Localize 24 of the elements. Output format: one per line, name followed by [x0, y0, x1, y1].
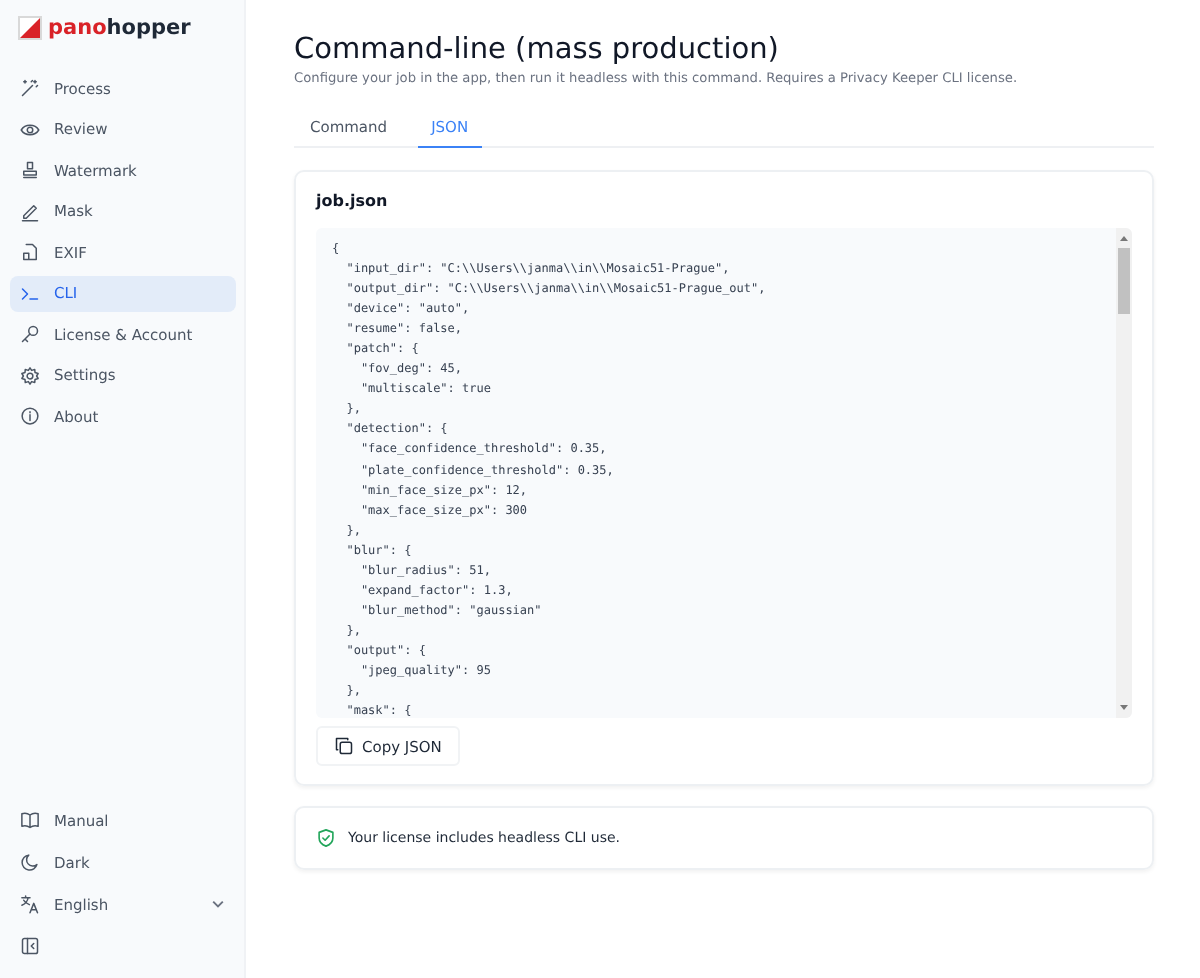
pen-icon	[20, 201, 40, 222]
info-icon	[20, 406, 40, 427]
wand-icon	[20, 78, 40, 99]
terminal-icon	[20, 283, 40, 304]
stamp-icon	[20, 160, 40, 181]
scroll-up-icon	[1118, 234, 1130, 242]
moon-icon	[20, 852, 40, 873]
brand-name: panohopper	[48, 16, 191, 40]
eye-icon	[20, 119, 40, 140]
translate-icon	[20, 894, 40, 915]
settings-icon	[20, 365, 40, 386]
copy-icon	[334, 736, 354, 756]
scrollbar-thumb[interactable]	[1118, 248, 1130, 314]
file-icon	[20, 242, 40, 263]
key-icon	[20, 324, 40, 345]
logo-icon	[18, 16, 42, 40]
scroll-down-icon	[1118, 704, 1130, 712]
scrollbar[interactable]	[1116, 228, 1132, 718]
shield-check-icon	[316, 828, 336, 848]
card-title: job.json	[316, 192, 390, 210]
page-title: Command-line (mass production)	[294, 34, 781, 66]
chevron-down-icon	[210, 896, 226, 913]
book-icon	[20, 810, 40, 831]
sidebar-collapse-icon	[20, 936, 40, 956]
